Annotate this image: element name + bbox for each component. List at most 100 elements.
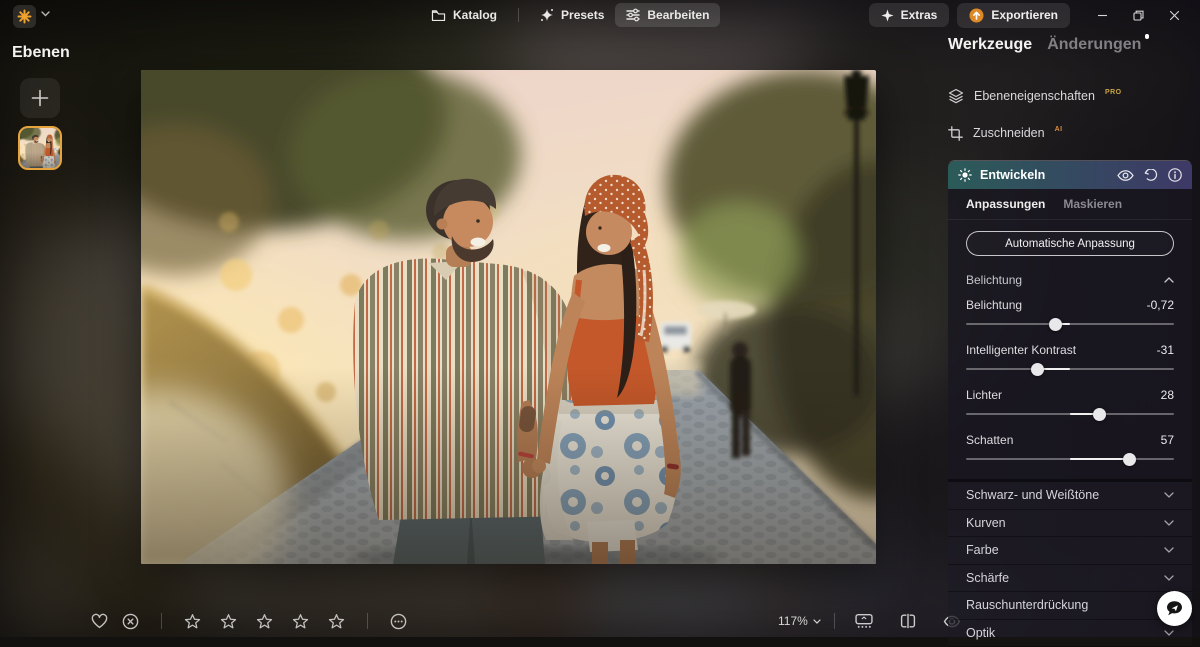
info-icon[interactable] (1168, 168, 1182, 182)
slider-belichtung: Belichtung -0,72 (966, 297, 1174, 335)
exposure-group-title: Belichtung (966, 273, 1022, 287)
chevron-down-icon (1164, 520, 1174, 526)
slider-value: 28 (1161, 388, 1174, 402)
zoom-level-dropdown[interactable]: 117% (778, 614, 821, 628)
visibility-eye-icon[interactable] (1117, 169, 1134, 182)
close-button[interactable] (1156, 3, 1192, 27)
changes-indicator-dot (1145, 34, 1150, 39)
chat-send-icon (1165, 599, 1184, 618)
slider-handle[interactable] (1123, 453, 1136, 466)
tab-bearbeiten[interactable]: Bearbeiten (615, 3, 720, 27)
tab-katalog[interactable]: Katalog (420, 3, 508, 27)
right-panel-tabs: Werkzeuge Änderungen (948, 36, 1192, 60)
crop-icon (948, 126, 963, 141)
reject-circle-x-icon[interactable] (115, 613, 146, 630)
tab-katalog-label: Katalog (453, 8, 497, 22)
slider-track[interactable] (966, 313, 1174, 335)
slider-lichter: Lichter 28 (966, 387, 1174, 425)
develop-subtabs: Anpassungen Maskieren (948, 189, 1192, 220)
section-schaerfe[interactable]: Schärfe (948, 565, 1192, 593)
chevron-down-icon (1164, 547, 1174, 553)
slider-track[interactable] (966, 403, 1174, 425)
slider-track[interactable] (966, 358, 1174, 380)
nav-separator (518, 8, 519, 22)
section-optik[interactable]: Optik (948, 620, 1192, 647)
bottom-separator (367, 613, 368, 629)
bottom-separator (161, 613, 162, 629)
slider-handle[interactable] (1049, 318, 1062, 331)
auto-adjust-button[interactable]: Automatische Anpassung (966, 231, 1174, 256)
app-logo-button[interactable] (13, 5, 36, 28)
bottom-separator (834, 613, 835, 629)
tool-item-ebeneneigenschaften[interactable]: Ebeneneigenschaften PRO (948, 86, 1192, 106)
section-label: Schwarz- und Weißtöne (966, 488, 1099, 502)
slider-track[interactable] (966, 448, 1174, 470)
favorite-heart-icon[interactable] (84, 613, 115, 629)
section-rauschunterdrueckung[interactable]: Rauschunterdrückung (948, 592, 1192, 620)
layers-panel-title: Ebenen (12, 44, 70, 62)
minimize-button[interactable] (1084, 3, 1120, 27)
chevron-down-icon (1164, 630, 1174, 636)
collapsed-sections: Schwarz- und Weißtöne Kurven Farbe Schär… (948, 479, 1192, 647)
tab-bearbeiten-label: Bearbeiten (647, 8, 709, 22)
slider-intelligenter-kontrast: Intelligenter Kontrast -31 (966, 342, 1174, 380)
tab-presets[interactable]: Presets (529, 3, 615, 27)
canvas-image[interactable] (141, 70, 876, 564)
section-kurven[interactable]: Kurven (948, 510, 1192, 538)
add-layer-button[interactable] (20, 78, 60, 118)
layers-icon (948, 88, 964, 104)
zoom-level-value: 117% (778, 614, 808, 628)
ai-badge: AI (1055, 126, 1063, 133)
slider-handle[interactable] (1031, 363, 1044, 376)
star-rating-5-icon[interactable] (321, 613, 352, 630)
star-rating-1-icon[interactable] (177, 613, 208, 630)
section-label: Optik (966, 626, 995, 640)
slider-label: Lichter (966, 388, 1002, 402)
restore-button[interactable] (1120, 3, 1156, 27)
compare-before-after-icon[interactable] (893, 613, 923, 629)
star-rating-2-icon[interactable] (213, 613, 244, 630)
slider-label: Intelligenter Kontrast (966, 343, 1076, 357)
section-schwarz-und-weisstoene[interactable]: Schwarz- und Weißtöne (948, 482, 1192, 510)
tab-werkzeuge[interactable]: Werkzeuge (948, 36, 1032, 54)
subtab-anpassungen[interactable]: Anpassungen (966, 197, 1045, 211)
tab-aenderungen[interactable]: Änderungen (1047, 36, 1141, 54)
extras-button[interactable]: Extras (869, 3, 950, 27)
filmstrip-toggle-icon[interactable] (848, 613, 880, 629)
star-rating-4-icon[interactable] (285, 613, 316, 630)
tool-item-label: Ebeneneigenschaften (974, 89, 1095, 103)
chevron-up-icon (1164, 277, 1174, 283)
section-label: Kurven (966, 516, 1006, 530)
star-rating-3-icon[interactable] (249, 613, 280, 630)
window-controls (1084, 3, 1192, 27)
develop-title: Entwickeln (980, 168, 1117, 182)
feedback-button[interactable] (1157, 591, 1192, 626)
slider-value: -0,72 (1147, 298, 1174, 312)
pro-badge: PRO (1105, 89, 1122, 96)
right-panel: Werkzeuge Änderungen Ebeneneigenschaften… (948, 36, 1192, 637)
subtab-maskieren[interactable]: Maskieren (1063, 197, 1122, 211)
tab-aenderungen-label: Änderungen (1047, 36, 1141, 53)
rating-stars (177, 613, 352, 630)
section-label: Schärfe (966, 571, 1009, 585)
exposure-group-header[interactable]: Belichtung (966, 270, 1174, 290)
develop-tool-card: Entwickeln Anpassungen Maskieren Automat… (948, 160, 1192, 637)
section-farbe[interactable]: Farbe (948, 537, 1192, 565)
undo-icon[interactable] (1144, 169, 1158, 182)
layer-thumbnail[interactable] (18, 126, 62, 170)
slider-label: Belichtung (966, 298, 1022, 312)
bottom-toolbar-right: 117% (778, 608, 968, 634)
section-label: Rauschunterdrückung (966, 598, 1088, 612)
tool-item-zuschneiden[interactable]: Zuschneiden AI (948, 123, 1192, 143)
more-options-circle-icon[interactable] (383, 613, 414, 630)
export-button[interactable]: Exportieren (957, 3, 1070, 28)
slider-label: Schatten (966, 433, 1013, 447)
slider-handle[interactable] (1093, 408, 1106, 421)
slider-value: 57 (1161, 433, 1174, 447)
topbar-right: Extras Exportieren (869, 3, 1192, 27)
bottom-toolbar-left (84, 608, 414, 634)
luminar-asterisk-icon (17, 9, 32, 24)
develop-header[interactable]: Entwickeln (948, 161, 1192, 189)
logo-chevron-down-icon[interactable] (41, 11, 50, 17)
sparkle-icon (540, 8, 554, 22)
